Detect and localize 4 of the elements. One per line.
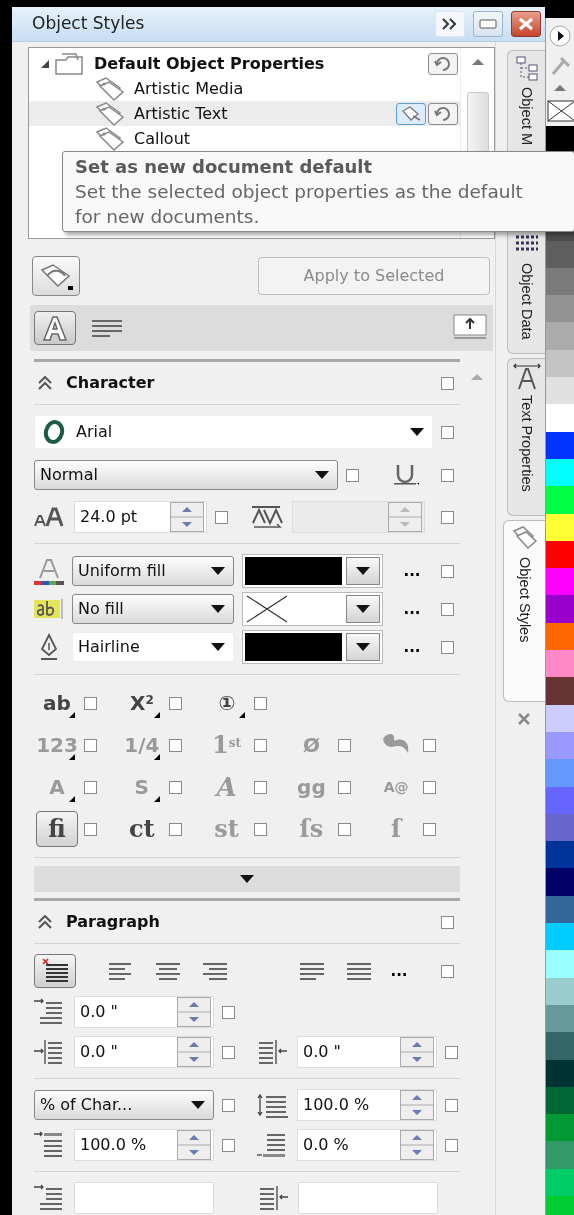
section-title: Character (66, 372, 156, 394)
tooltip-title: Set as new document default (75, 155, 374, 179)
window-title: Object Styles (32, 12, 145, 36)
section-title: Paragraph (66, 911, 161, 933)
